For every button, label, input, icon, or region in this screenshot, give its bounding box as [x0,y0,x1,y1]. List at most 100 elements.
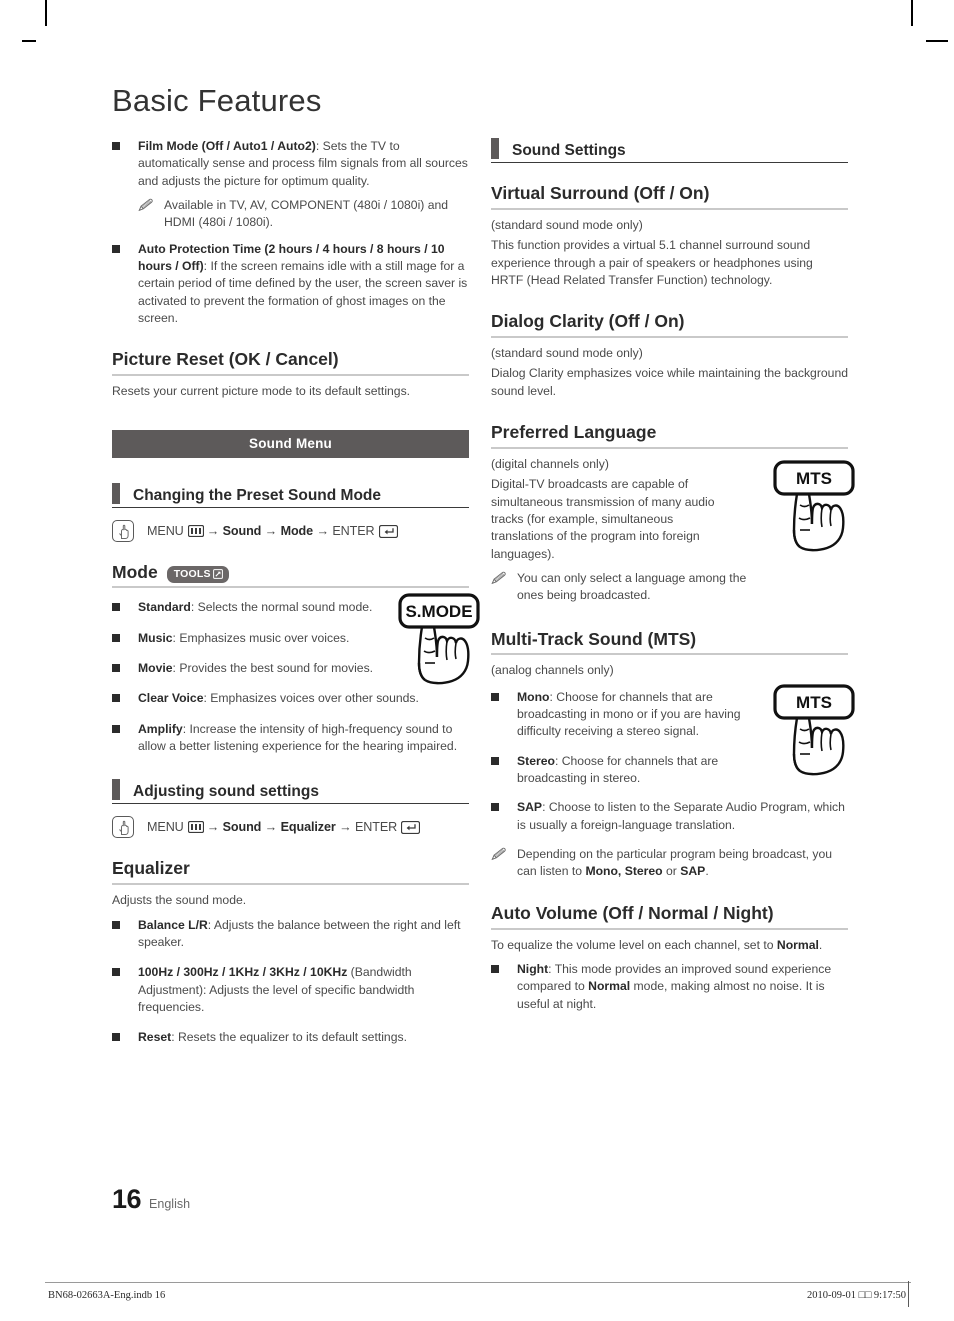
bullet-term: Reset [138,1030,172,1045]
bullet-term: Night [517,961,549,976]
arrow-2: → [264,820,278,835]
note-item: Available in TV, AV, COMPONENT (480i / 1… [138,197,469,232]
heading-mode: Mode TOOLS [112,562,469,589]
list-item: Amplify: Increase the intensity of high-… [112,721,469,756]
heading-text: Changing the Preset Sound Mode [133,487,382,505]
dialog-clarity-subnote: (standard sound mode only) [491,346,643,361]
bullet-desc: : Emphasizes music over voices. [172,630,350,645]
bullet-term: Balance L/R [138,917,208,932]
list-item: Balance L/R: Adjusts the balance between… [112,917,469,952]
bullet-desc: : Emphasizes voices over other sounds. [203,691,419,706]
press-hand-icon [112,520,134,543]
menu-path-equalizer: MENU → Sound → Equalizer → ENTER [112,816,469,839]
note-text-end: . [705,864,709,879]
page-title: Basic Features [112,83,322,118]
bullet-desc: : Provides the best sound for movies. [172,661,374,676]
heading-auto-volume: Auto Volume (Off / Normal / Night) [491,903,848,930]
bullet-term: 100Hz / 300Hz / 1KHz / 3KHz / 10KHz [138,965,348,980]
mode-bullet-list-wide: Clear Voice: Emphasizes voices over othe… [112,690,469,755]
list-item: Night: This mode provides an improved so… [491,961,848,1013]
arrow-3: → [339,820,352,835]
square-bullet-icon [112,920,120,929]
pencil-note-icon [491,847,506,861]
auto-volume-body: To equalize the volume level on each cha… [491,937,848,954]
list-item: Auto Protection Time (2 hours / 4 hours … [112,241,469,328]
page-number-block: 16 English [112,1184,190,1215]
menu-equalizer-label: Equalizer [280,820,336,835]
preferred-language-subnote: (digital channels only) [491,456,609,471]
square-bullet-icon [112,968,120,977]
bullet-term: Clear Voice [138,691,204,706]
remote-key-smode-illustration: S.MODE [395,591,487,691]
tools-badge-label: TOOLS [173,568,211,581]
bullet-desc: : Choose for channels that are broadcast… [517,689,741,739]
list-item: Movie: Provides the best sound for movie… [112,660,412,677]
film-mode-bullet-list: Film Mode (Off / Auto1 / Auto2): Sets th… [112,138,469,327]
heading-picture-reset: Picture Reset (OK / Cancel) [112,349,469,377]
bullet-term: Standard [138,600,191,615]
square-bullet-icon [112,244,120,253]
menu-sound-label: Sound [222,820,262,835]
list-item: Clear Voice: Emphasizes voices over othe… [112,690,469,707]
menu-path-text: MENU → Sound → Equalizer → ENTER [147,820,421,835]
mode-bullet-list: Standard: Selects the normal sound mode.… [112,599,412,677]
note-text-mid: or [662,864,681,879]
crop-mark-top-left-horizontal [22,40,36,42]
multi-track-subnote: (analog channels only) [491,663,614,678]
square-bullet-icon [112,694,120,703]
list-item: Standard: Selects the normal sound mode. [112,599,412,616]
enter-label: ENTER [354,820,398,835]
square-bullet-icon [491,964,499,973]
left-column: Film Mode (Off / Auto1 / Auto2): Sets th… [112,130,480,1047]
heading-text: Sound Settings [512,141,626,159]
bullet-term: SAP [517,800,543,815]
arrow-3: → [316,524,329,539]
two-column-body: Film Mode (Off / Auto1 / Auto2): Sets th… [112,130,855,1047]
remote-key-mts-illustration-2: MTS [770,682,862,782]
auto-volume-body-pre: To equalize the volume level on each cha… [491,937,777,952]
note-bold-2: SAP [680,864,706,879]
note-text: You can only select a language among the… [517,570,747,603]
picture-reset-body: Resets your current picture mode to its … [112,384,411,399]
virtual-surround-body: This function provides a virtual 5.1 cha… [491,238,813,287]
page-number: 16 [112,1184,142,1214]
list-item: Music: Emphasizes music over voices. [112,630,412,647]
auto-volume-body-bold: Normal [776,937,819,952]
note-item: You can only select a language among the… [491,570,761,605]
arrow-1: → [206,820,220,835]
pencil-note-icon [491,571,506,584]
footer-timestamp: 2010-09-01 □□ 9:17:50 [806,1290,906,1301]
bullet-term: Amplify [138,721,183,736]
virtual-surround-subnote: (standard sound mode only) [491,217,643,232]
square-bullet-icon [491,756,499,765]
heading-dialog-clarity: Dialog Clarity (Off / On) [491,311,848,339]
bullet-desc: : Selects the normal sound mode. [190,600,373,615]
page-language-label: English [149,1197,191,1211]
dialog-clarity-body: Dialog Clarity emphasizes voice while ma… [491,366,849,398]
heading-sound-settings: Sound Settings [491,138,848,163]
heading-text: Adjusting sound settings [133,783,319,801]
svg-text:S.MODE: S.MODE [405,602,472,621]
square-bullet-icon [491,803,499,812]
tools-badge: TOOLS [166,566,229,584]
crop-mark-top-right-horizontal [926,40,948,42]
list-item: SAP: Choose to listen to the Separate Au… [491,799,848,834]
note-text: Available in TV, AV, COMPONENT (480i / 1… [164,197,449,230]
enter-button-icon [378,525,398,539]
preferred-language-body: Digital-TV broadcasts are capable of sim… [491,477,715,561]
square-bullet-icon [112,633,120,642]
menu-path-text: MENU → Sound → Mode → ENTER [147,524,398,539]
auto-volume-bullet-list: Night: This mode provides an improved so… [491,961,848,1013]
menu-mode-label: Mode [280,524,314,539]
square-bullet-icon [112,724,120,733]
square-bullet-icon [491,692,499,701]
menu-sound-label: Sound [222,524,262,539]
bullet-term: Movie [138,661,173,676]
heading-multi-track-sound: Multi-Track Sound (MTS) [491,629,848,656]
crop-mark-top-right-vertical [911,0,913,26]
list-item: Mono: Choose for channels that are broad… [491,689,759,741]
footer-divider [45,1282,911,1283]
multi-track-bullet-list: Mono: Choose for channels that are broad… [491,689,759,788]
bullet-term: Music [138,630,173,645]
auto-volume-body-end: . [818,937,823,952]
